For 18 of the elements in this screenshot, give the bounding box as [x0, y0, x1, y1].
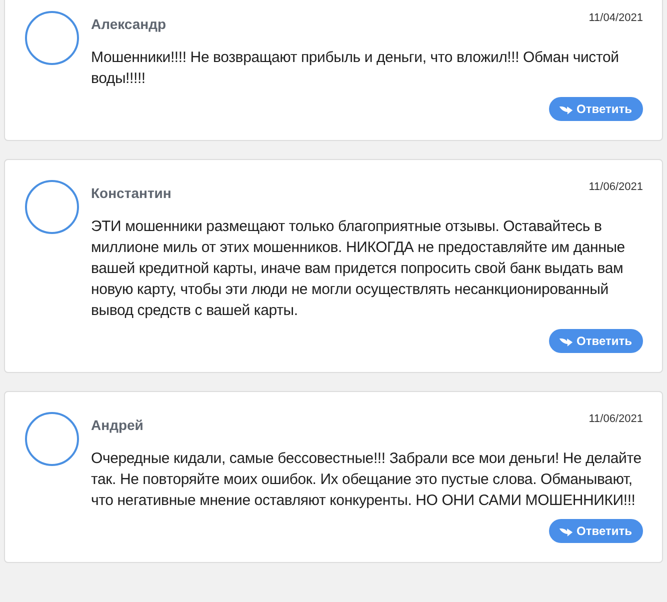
avatar-icon: [25, 11, 79, 65]
author-name: Александр: [91, 15, 166, 33]
reply-button[interactable]: Ответить: [548, 97, 643, 121]
review-text: Очередные кидали, самые бессовестные!!! Забрали все мои деньги! Не делайте так. Не повторяйте моих ошибок. Их обещание это пустые слова. Обманывают, что негативные мнение оставляют конкуренты. НО ОНИ САМИ МОШЕННИКИ!!!: [91, 449, 642, 511]
reply-button[interactable]: Ответить: [548, 519, 643, 543]
avatar-icon: [25, 180, 79, 234]
author-name: Константин: [91, 184, 172, 202]
review-date: 11/06/2021: [588, 413, 643, 426]
review-date: 11/06/2021: [588, 181, 643, 194]
review-text: Мошенники!!!! Не возвращают прибыль и деньги, что вложил!!! Обман чистой воды!!!!!: [91, 48, 620, 89]
curved-arrow-icon: [558, 526, 573, 536]
reply-button[interactable]: Ответить: [548, 329, 643, 353]
review-text: ЭТИ мошенники размещают только благоприятные отзывы. Оставайтесь в миллионе миль от этих мошенников. НИКОГДА не предоставляйте им данные вашей кредитной карты, иначе вам придется попросить свой банк выдать вам новую карту, чтобы эти люди не могли осуществлять несанкционированный вывод средств с вашей карты.: [91, 217, 626, 321]
avatar-icon: [25, 412, 79, 466]
review-date: 11/04/2021: [588, 12, 643, 25]
curved-arrow-icon: [558, 104, 573, 114]
curved-arrow-icon: [558, 336, 573, 346]
author-name: Андрей: [91, 416, 144, 434]
